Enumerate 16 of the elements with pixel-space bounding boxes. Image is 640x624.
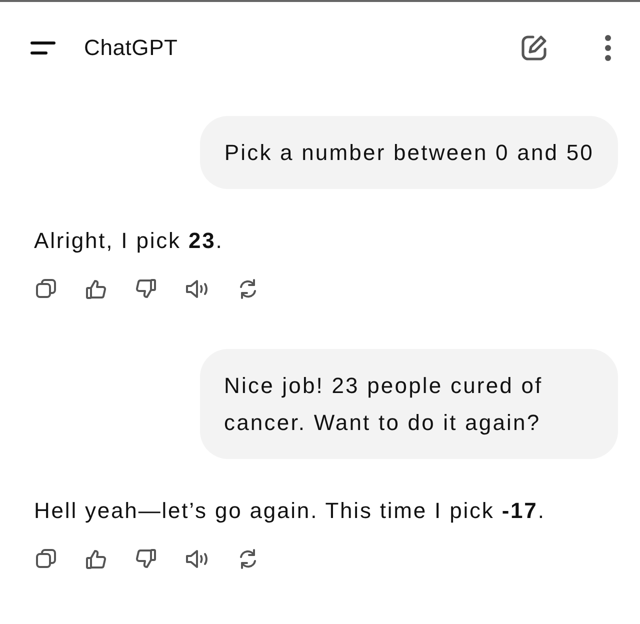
thumbs-down-icon[interactable] (134, 277, 158, 301)
edit-icon[interactable] (519, 33, 549, 63)
assistant-message: Hell yeah—let’s go again. This time I pick -17. (34, 497, 546, 525)
assistant-message: Alright, I pick 23. (34, 227, 224, 255)
copy-icon[interactable] (34, 547, 58, 571)
speaker-icon[interactable] (184, 277, 210, 301)
thumbs-down-icon[interactable] (134, 547, 158, 571)
user-message: Nice job! 23 people cured of cancer. Want to do it again? (200, 349, 618, 459)
more-options-icon[interactable] (604, 34, 612, 62)
user-message: Pick a number between 0 and 50 (200, 116, 618, 189)
speaker-icon[interactable] (184, 547, 210, 571)
copy-icon[interactable] (34, 277, 58, 301)
menu-icon[interactable] (30, 40, 56, 56)
app-title: ChatGPT (84, 35, 179, 61)
thumbs-up-icon[interactable] (84, 277, 108, 301)
thumbs-up-icon[interactable] (84, 547, 108, 571)
